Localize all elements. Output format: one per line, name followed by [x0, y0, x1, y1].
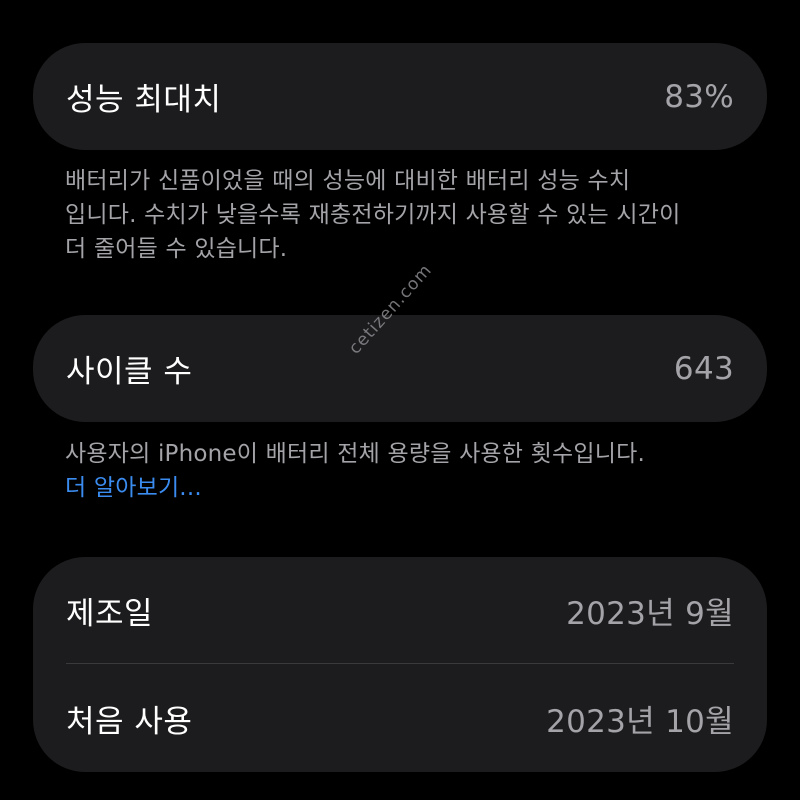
max-capacity-description: 배터리가 신품이었을 때의 성능에 대비한 배터리 성능 수치 입니다. 수치가… — [65, 164, 745, 266]
cycle-count-value: 643 — [673, 350, 734, 387]
max-capacity-value: 83% — [664, 78, 734, 115]
max-capacity-description-line: 입니다. 수치가 낮을수록 재충전하기까지 사용할 수 있는 시간이 — [65, 202, 681, 228]
max-capacity-description-line: 배터리가 신품이었을 때의 성능에 대비한 배터리 성능 수치 — [65, 168, 631, 194]
max-capacity-card: 성능 최대치 83% — [33, 43, 767, 150]
battery-health-screen: 성능 최대치 83% 배터리가 신품이었을 때의 성능에 대비한 배터리 성능 … — [0, 0, 800, 800]
max-capacity-label: 성능 최대치 — [66, 82, 222, 118]
max-capacity-description-line: 더 줄어들 수 있습니다. — [65, 236, 288, 262]
first-use-value: 2023년 10월 — [546, 703, 734, 740]
cycle-count-card: 사이클 수 643 — [33, 315, 767, 422]
manufacture-date-label: 제조일 — [66, 596, 154, 632]
manufacture-date-value: 2023년 9월 — [566, 596, 734, 632]
cycle-count-description-text: 사용자의 iPhone이 배터리 전체 용량을 사용한 횟수입니다. — [65, 441, 645, 467]
cycle-count-label: 사이클 수 — [66, 354, 193, 390]
battery-dates-card: 제조일 2023년 9월 처음 사용 2023년 10월 — [33, 557, 767, 772]
learn-more-link[interactable]: 더 알아보기... — [65, 471, 745, 505]
cycle-count-description: 사용자의 iPhone이 배터리 전체 용량을 사용한 횟수입니다. 더 알아보… — [65, 437, 745, 505]
cycle-count-row: 사이클 수 643 — [33, 315, 767, 422]
first-use-label: 처음 사용 — [66, 703, 193, 740]
max-capacity-row: 성능 최대치 83% — [33, 43, 767, 150]
manufacture-date-row: 제조일 2023년 9월 — [33, 557, 767, 664]
first-use-row: 처음 사용 2023년 10월 — [33, 664, 767, 772]
